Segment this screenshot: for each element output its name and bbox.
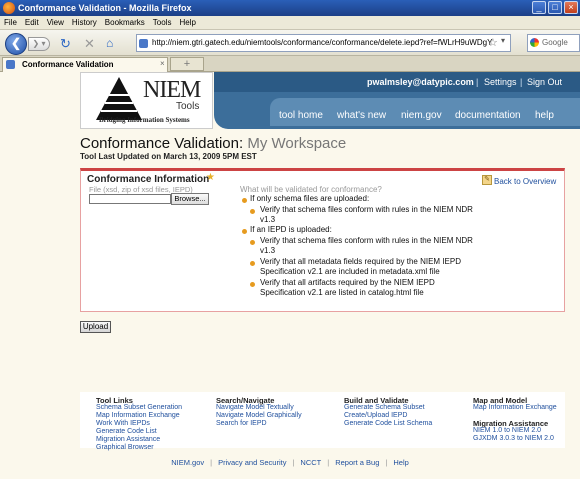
list-item: Verify that all metadata fields required… (260, 257, 461, 266)
separator: | (210, 458, 213, 467)
footer-link[interactable]: NIEM 1.0 to NIEM 2.0 (473, 427, 541, 435)
list-item: Verify that all artifacts required by th… (260, 278, 435, 287)
separator: | (385, 458, 388, 467)
separator: | (476, 77, 479, 87)
menu-help[interactable]: Help (175, 16, 199, 30)
menu-file[interactable]: File (0, 16, 21, 30)
list-item: If only schema files are uploaded: (250, 194, 370, 203)
footer-link[interactable]: Migration Assistance (96, 436, 160, 444)
bottom-links: NIEM.gov | Privacy and Security | NCCT | Repor… (0, 458, 580, 467)
search-placeholder: Google (542, 38, 568, 47)
bottom-link-niem-gov[interactable]: NIEM.gov (171, 458, 204, 467)
edit-note-icon: ✎ (482, 175, 492, 185)
list-item: Specification v2.1 are included in metad… (260, 267, 440, 276)
file-path-input[interactable] (89, 194, 171, 204)
tab-close-icon[interactable]: × (160, 59, 165, 68)
sign-out-link[interactable]: Sign Out (527, 77, 562, 87)
footer-link[interactable]: Navigate Model Textually (216, 404, 294, 412)
footer-link[interactable]: Generate Code List Schema (344, 420, 432, 428)
bottom-link-help[interactable]: Help (393, 458, 408, 467)
logo-tagline: Bridging Information Systems (99, 116, 190, 124)
validation-question: What will be validated for conformance? (240, 185, 382, 194)
stop-icon[interactable]: ✕ (84, 36, 95, 52)
panel-title: Conformance Information (87, 174, 210, 185)
reload-icon[interactable]: ↻ (60, 36, 71, 52)
back-arrow-icon[interactable]: ❮ (5, 33, 27, 55)
bullet-icon (250, 209, 255, 214)
back-to-overview-link[interactable]: Back to Overview (494, 177, 556, 186)
footer-link[interactable]: Schema Subset Generation (96, 404, 182, 412)
nav-tool-home[interactable]: tool home (279, 110, 323, 121)
close-icon[interactable]: × (564, 1, 578, 14)
footer-link[interactable]: Navigate Model Graphically (216, 412, 302, 420)
bookmark-star-icon[interactable]: ☆ (488, 36, 498, 49)
list-item: Specification v2.1 are listed in catalog… (260, 288, 424, 297)
dropdown-arrow-icon[interactable]: ▾ (501, 36, 505, 45)
niem-tools-logo[interactable]: NIEM Tools Bridging Information Systems (80, 72, 213, 129)
bullet-icon (250, 261, 255, 266)
url-text: http://niem.gtri.gatech.edu/niemtools/co… (152, 38, 493, 47)
menu-history[interactable]: History (68, 16, 101, 30)
star-icon: ★ (206, 172, 215, 183)
bullet-icon (250, 240, 255, 245)
bottom-link-privacy[interactable]: Privacy and Security (218, 458, 286, 467)
logo-sub: Tools (176, 101, 200, 112)
list-item: Verify that schema files conform with ru… (260, 205, 473, 214)
footer-link[interactable]: Generate Schema Subset (344, 404, 425, 412)
footer-link[interactable]: Graphical Browser (96, 444, 154, 452)
separator: | (327, 458, 330, 467)
footer-link[interactable]: GJXDM 3.0.3 to NIEM 2.0 (473, 435, 554, 443)
bullet-icon (242, 229, 247, 234)
tab-site-icon (6, 60, 15, 69)
list-item: v1.3 (260, 215, 276, 224)
menu-bookmarks[interactable]: Bookmarks (101, 16, 149, 30)
footer-link[interactable]: Map Information Exchange (96, 412, 180, 420)
menu-edit[interactable]: Edit (21, 16, 43, 30)
list-item: Verify that schema files conform with ru… (260, 236, 473, 245)
bottom-link-report-bug[interactable]: Report a Bug (335, 458, 379, 467)
window-title: Conformance Validation - Mozilla Firefox (18, 3, 192, 13)
separator: | (520, 77, 523, 87)
nav-niem-gov[interactable]: niem.gov (401, 110, 442, 121)
footer-link[interactable]: Work With IEPDs (96, 420, 150, 428)
nav-documentation[interactable]: documentation (455, 110, 521, 121)
new-tab-button[interactable]: + (170, 57, 204, 71)
page-title: Conformance Validation: My Workspace (80, 135, 346, 152)
last-updated: Tool Last Updated on March 13, 2009 5PM … (80, 152, 257, 161)
menu-bar: File Edit View History Bookmarks Tools Help (0, 16, 580, 30)
nav-help[interactable]: help (535, 110, 554, 121)
menu-tools[interactable]: Tools (149, 16, 176, 30)
logo-word: NIEM (143, 77, 201, 103)
forward-arrow-icon[interactable]: ❯ ▾ (28, 37, 50, 51)
nav-whats-new[interactable]: what's new (337, 110, 386, 121)
maximize-icon[interactable]: □ (548, 1, 562, 14)
tab-label: Conformance Validation (22, 60, 114, 69)
page-title-sub: My Workspace (247, 135, 347, 152)
separator: | (292, 458, 295, 467)
user-email: pwalmsley@datypic.com (367, 77, 474, 87)
google-icon (530, 38, 539, 47)
firefox-icon (3, 2, 15, 14)
footer-link[interactable]: Create/Upload IEPD (344, 412, 407, 420)
bullet-icon (242, 198, 247, 203)
menu-view[interactable]: View (43, 16, 68, 30)
upload-button[interactable]: Upload (80, 321, 111, 333)
settings-link[interactable]: Settings (484, 77, 517, 87)
bottom-link-ncct[interactable]: NCCT (300, 458, 321, 467)
site-icon (139, 39, 148, 48)
browse-button[interactable]: Browse... (171, 193, 209, 205)
window-title-bar: Conformance Validation - Mozilla Firefox (0, 0, 580, 16)
list-item: If an IEPD is uploaded: (250, 225, 332, 234)
minimize-icon[interactable]: _ (532, 1, 546, 14)
footer-link[interactable]: Generate Code List (96, 428, 157, 436)
bullet-icon (250, 282, 255, 287)
home-icon[interactable]: ⌂ (106, 36, 113, 50)
page-title-main: Conformance Validation: (80, 135, 244, 152)
footer-link[interactable]: Map Information Exchange (473, 404, 557, 412)
address-bar[interactable]: http://niem.gtri.gatech.edu/niemtools/co… (136, 34, 511, 52)
list-item: v1.3 (260, 246, 276, 255)
footer-link[interactable]: Search for IEPD (216, 420, 267, 428)
tab-conformance-validation[interactable]: Conformance Validation (2, 57, 168, 72)
